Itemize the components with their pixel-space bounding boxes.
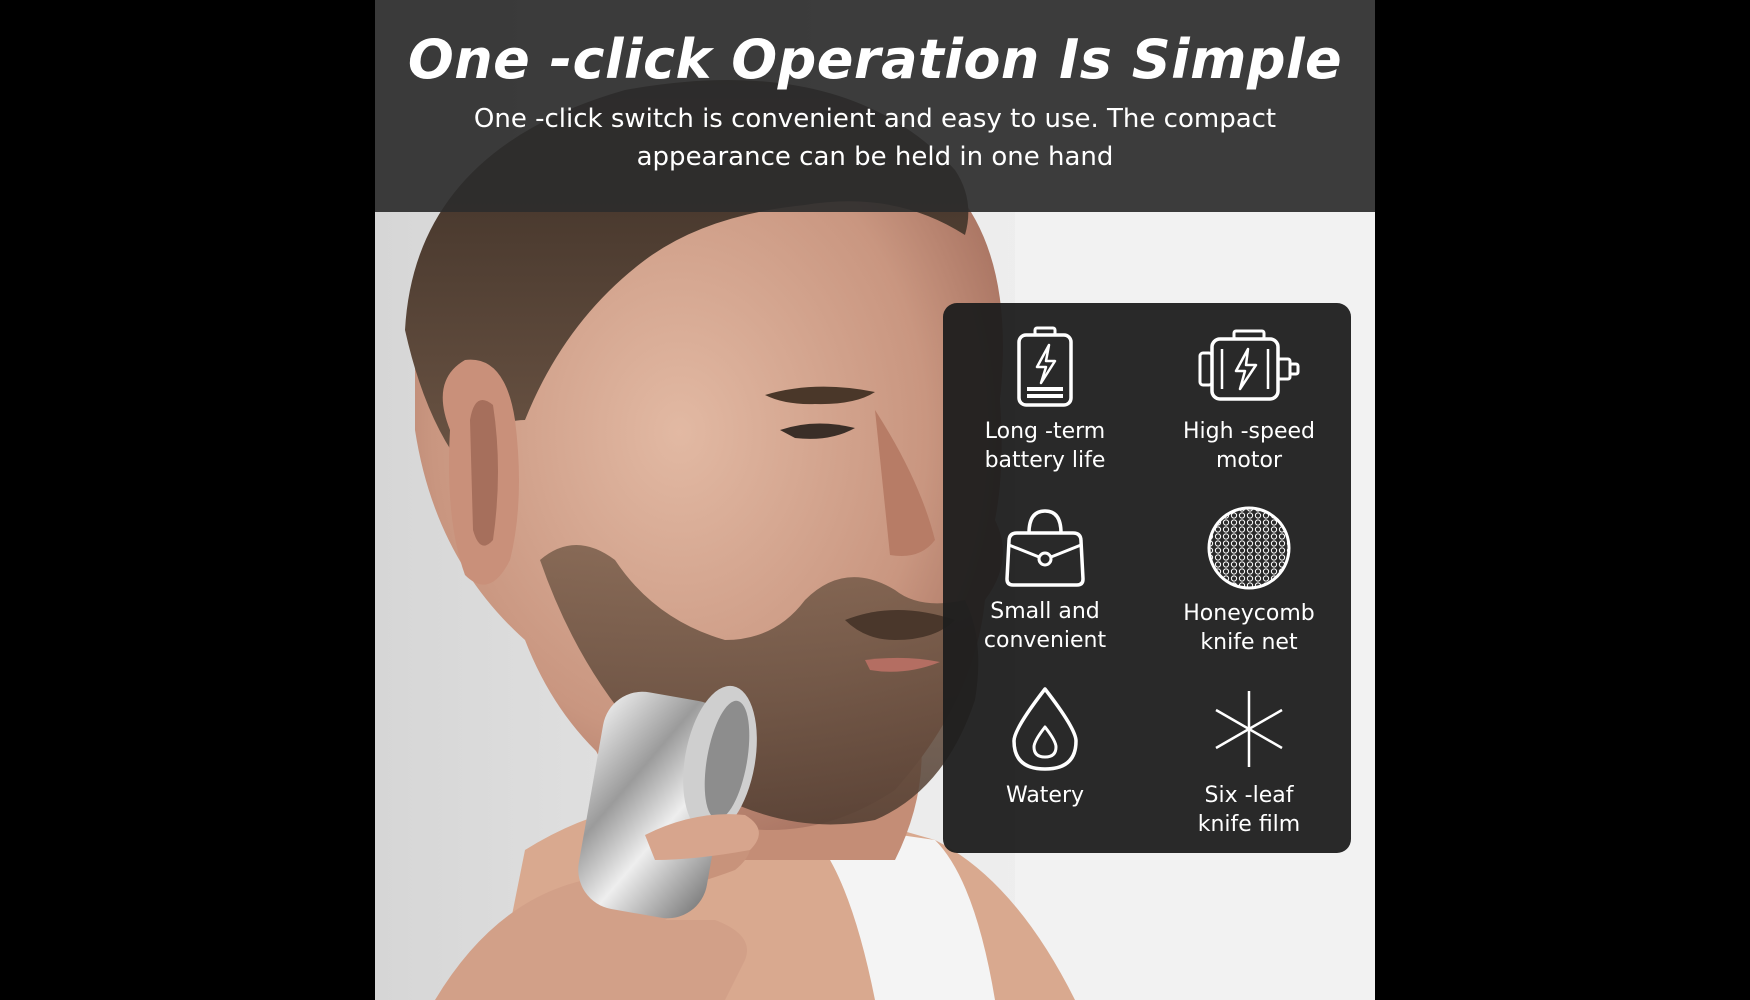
feature-six-leaf: Six -leaf knife film (1147, 685, 1351, 839)
page-background: One -click Operation Is Simple One -clic… (0, 0, 1750, 1000)
water-drop-icon (1012, 687, 1078, 771)
six-leaf-blade-icon (1215, 691, 1283, 767)
motor-icon (1198, 329, 1300, 401)
feature-motor: High -speed motor (1147, 325, 1351, 475)
feature-label: Long -term battery life (984, 419, 1106, 473)
feature-label: Watery (1005, 783, 1085, 808)
feature-battery: Long -term battery life (943, 325, 1147, 475)
feature-honeycomb: Honeycomb knife net (1147, 505, 1351, 657)
product-image: One -click Operation Is Simple One -clic… (375, 0, 1375, 1000)
feature-label: Small and convenient (983, 599, 1107, 653)
headline: One -click Operation Is Simple (407, 28, 1343, 91)
feature-watery: Watery (943, 685, 1147, 810)
honeycomb-icon (1207, 506, 1291, 590)
subheadline: One -click switch is convenient and easy… (473, 104, 1277, 172)
feature-panel: Long -term battery life High -speed moto… (943, 303, 1351, 853)
handbag-icon (1005, 509, 1085, 587)
feature-label: Six -leaf knife film (1197, 783, 1301, 837)
feature-label: High -speed motor (1183, 419, 1315, 473)
battery-icon (1017, 326, 1073, 407)
feature-small-convenient: Small and convenient (943, 505, 1147, 655)
feature-label: Honeycomb knife net (1183, 601, 1315, 655)
